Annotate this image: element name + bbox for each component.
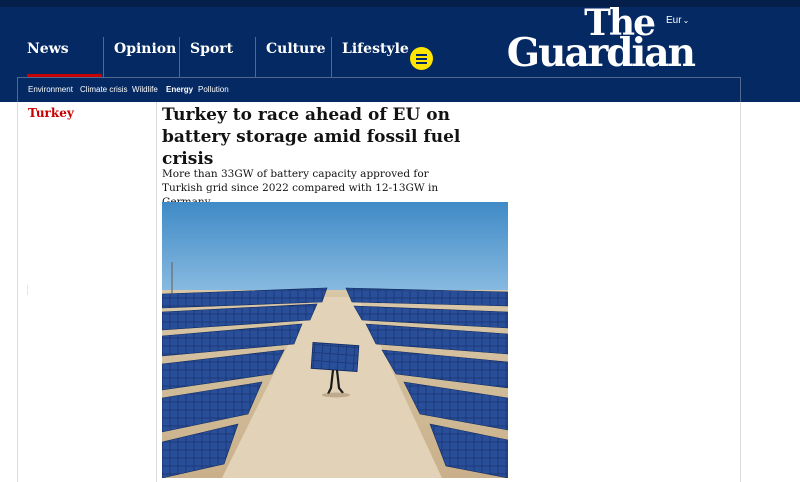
- pillar-culture[interactable]: Culture: [255, 37, 331, 77]
- menu-icon-line-2: [416, 58, 427, 60]
- subnav-item-energy[interactable]: Energy: [166, 85, 193, 94]
- subnav-item-wildlife[interactable]: Wildlife: [132, 85, 158, 94]
- subnav-item-climate-crisis[interactable]: Climate crisis: [80, 85, 128, 94]
- section-tag[interactable]: Turkey: [28, 106, 74, 120]
- pillar-lifestyle[interactable]: Lifestyle: [331, 37, 409, 77]
- hero-image-solar-farm: [162, 202, 508, 478]
- subnav-item-pollution[interactable]: Pollution: [198, 85, 229, 94]
- guardian-logo[interactable]: The Guardian: [504, 5, 696, 76]
- menu-button[interactable]: [410, 47, 433, 70]
- subnav-item-environment[interactable]: Environment: [28, 85, 73, 94]
- menu-icon-line-1: [416, 54, 427, 56]
- left-column-divider: [156, 102, 157, 482]
- pillar-opinion[interactable]: Opinion: [103, 37, 179, 77]
- pillar-news[interactable]: News: [17, 37, 105, 77]
- logo-line-2: Guardian: [506, 30, 696, 76]
- menu-icon-line-3: [416, 62, 427, 64]
- article-headline: Turkey to race ahead of EU on battery st…: [162, 105, 461, 169]
- subnav: Environment Climate crisis Wildlife Ener…: [17, 77, 741, 102]
- top-strip: [0, 0, 800, 7]
- left-column-mark: [27, 285, 28, 295]
- pillar-sport[interactable]: Sport: [179, 37, 255, 77]
